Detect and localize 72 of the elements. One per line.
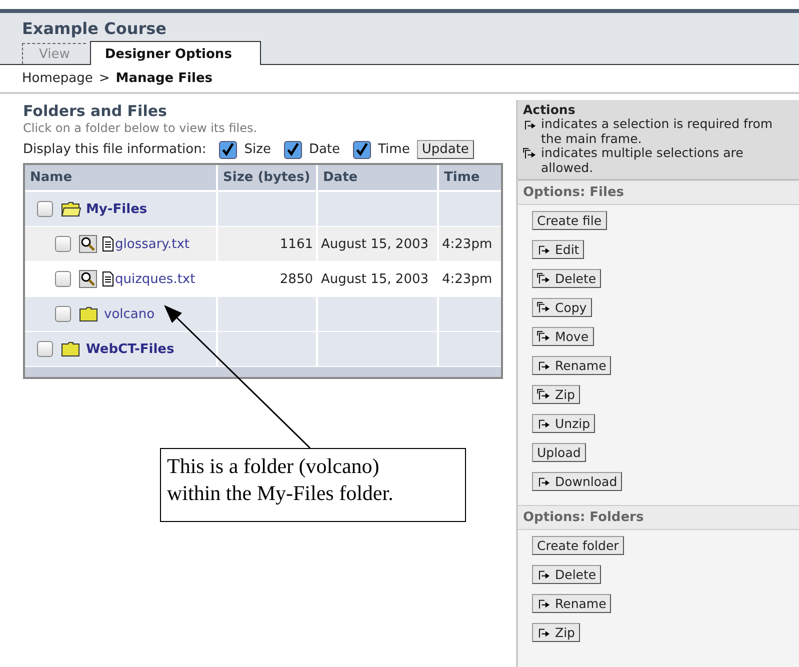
folder-link[interactable]: My-Files bbox=[86, 202, 148, 216]
checkbox[interactable] bbox=[37, 201, 53, 217]
action-button[interactable]: Unzip bbox=[532, 414, 596, 433]
action-button[interactable]: Zip bbox=[532, 384, 580, 404]
table-cell: 2850 bbox=[280, 272, 313, 286]
panel-title: Folders and Files bbox=[23, 102, 168, 120]
breadcrumb-link[interactable]: Homepage bbox=[22, 71, 93, 86]
column-header: Name bbox=[25, 165, 218, 190]
actions-note: indicates multiple selections are allowed. bbox=[541, 146, 744, 175]
breadcrumb-current: Manage Files bbox=[116, 71, 212, 86]
multi-selection-icon bbox=[537, 388, 552, 400]
folder-link[interactable]: WebCT-Files bbox=[86, 342, 174, 356]
table-cell: August 15, 2003 bbox=[321, 272, 429, 286]
course-title: Example Course bbox=[22, 19, 168, 38]
section-title: Options: Folders bbox=[518, 504, 799, 530]
action-button[interactable]: Delete bbox=[532, 268, 602, 288]
file-link[interactable]: glossary.txt bbox=[115, 236, 190, 252]
actions-title: Actions bbox=[523, 103, 576, 118]
table-cell: August 15, 2003 bbox=[321, 236, 429, 252]
magnifier-icon[interactable] bbox=[79, 270, 97, 288]
checkbox[interactable] bbox=[55, 236, 71, 252]
file-link[interactable]: quizques.txt bbox=[115, 272, 196, 286]
checkbox-label: Date bbox=[308, 142, 340, 157]
tab[interactable]: Designer Options bbox=[90, 41, 261, 65]
multi-selection-icon bbox=[537, 272, 552, 284]
checkbox[interactable] bbox=[55, 306, 71, 322]
breadcrumb-separator: > bbox=[98, 71, 110, 86]
panel-hint: Click on a folder below to view its files. bbox=[23, 121, 258, 135]
selection-icon bbox=[537, 244, 552, 255]
checkbox[interactable] bbox=[55, 271, 71, 287]
checkbox-label: Time bbox=[378, 142, 410, 157]
selection-icon bbox=[523, 119, 538, 130]
checkbox-label: Size bbox=[244, 142, 271, 157]
action-button[interactable]: Move bbox=[532, 326, 594, 346]
selection-icon bbox=[537, 626, 552, 638]
action-button[interactable]: Copy bbox=[532, 298, 592, 317]
document-icon bbox=[102, 271, 114, 287]
display-label: Display this file information: bbox=[23, 142, 206, 157]
callout-text: This is a folder (volcano) within the My-Files folder. bbox=[160, 448, 466, 522]
table-cell: 1161 bbox=[280, 236, 313, 252]
multi-selection-icon bbox=[537, 330, 552, 342]
column-header: Date bbox=[318, 165, 439, 190]
action-button[interactable]: Download bbox=[532, 472, 622, 491]
update-button[interactable]: Update bbox=[416, 140, 474, 159]
selection-icon bbox=[537, 598, 552, 609]
multi-selection-icon bbox=[537, 302, 552, 313]
table-cell: 4:23pm bbox=[442, 236, 492, 252]
action-button[interactable]: Upload bbox=[532, 442, 586, 462]
action-button[interactable]: Edit bbox=[532, 240, 584, 259]
selection-icon bbox=[537, 476, 552, 487]
checkbox[interactable] bbox=[37, 341, 53, 357]
checkbox[interactable] bbox=[284, 140, 302, 158]
checkbox[interactable] bbox=[353, 140, 372, 158]
action-button[interactable]: Rename bbox=[532, 594, 612, 613]
selection-icon bbox=[537, 418, 552, 429]
column-header: Time bbox=[443, 169, 481, 187]
folder-link[interactable]: volcano bbox=[104, 306, 155, 322]
selection-icon bbox=[537, 568, 552, 580]
action-button[interactable]: Create folder bbox=[532, 536, 624, 555]
table-cell: 4:23pm bbox=[442, 272, 492, 286]
column-header: Size (bytes) bbox=[218, 165, 318, 190]
action-button[interactable]: Create file bbox=[532, 210, 607, 230]
multi-selection-icon bbox=[523, 148, 538, 160]
actions-note: indicates a selection is required from the main frame. bbox=[541, 117, 774, 146]
document-icon bbox=[102, 236, 114, 252]
section-title: Options: Files bbox=[518, 180, 799, 205]
selection-icon bbox=[537, 360, 552, 371]
action-button[interactable]: Zip bbox=[532, 622, 580, 642]
checkbox[interactable] bbox=[219, 140, 238, 158]
action-button[interactable]: Delete bbox=[532, 564, 602, 584]
magnifier-icon[interactable] bbox=[79, 235, 97, 253]
action-button[interactable]: Rename bbox=[532, 356, 612, 375]
